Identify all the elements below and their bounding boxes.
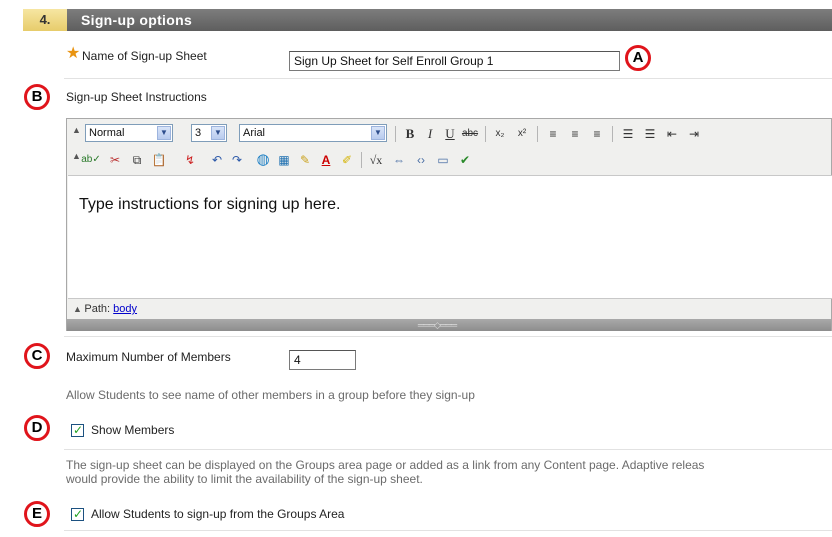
callout-e: E <box>24 501 50 527</box>
allow-signup-help-line-1: The sign-up sheet can be displayed on th… <box>66 458 705 472</box>
section-title: Sign-up options <box>81 12 193 28</box>
spellcheck-icon[interactable]: ab✓ <box>81 150 101 170</box>
row-divider <box>64 78 832 79</box>
instructions-label: Sign-up Sheet Instructions <box>66 90 207 104</box>
highlight-icon[interactable]: ✐ <box>337 150 357 170</box>
indent-icon[interactable]: ⇥ <box>684 124 704 144</box>
font-select-value: Arial <box>243 127 266 139</box>
format-select[interactable]: Normal ▼ <box>85 124 173 142</box>
editor-resize-handle[interactable]: ═══◇═══ <box>67 319 831 331</box>
required-star-icon: ★ <box>66 45 81 62</box>
path-label: Path: <box>84 303 111 315</box>
underline-button[interactable]: U <box>440 124 460 144</box>
cut-icon[interactable]: ✂ <box>105 150 125 170</box>
toolbar-divider <box>361 152 362 168</box>
embed-icon[interactable]: ⇔ <box>389 150 409 170</box>
size-select[interactable]: 3 ▼ <box>191 124 227 142</box>
checkmark-icon: ✓ <box>73 507 84 521</box>
text-color-icon[interactable]: A <box>316 150 336 170</box>
section-number: 4. <box>23 9 67 31</box>
callout-b: B <box>24 84 50 110</box>
row-divider <box>64 449 832 450</box>
remove-format-icon[interactable]: ↯ <box>180 150 200 170</box>
chevron-down-icon: ▼ <box>371 126 385 140</box>
callout-a: A <box>625 45 651 71</box>
ordered-list-icon[interactable]: ☰ <box>618 124 638 144</box>
align-left-icon[interactable]: ≡ <box>543 124 563 144</box>
italic-button[interactable]: I <box>420 124 440 144</box>
toolbar-divider <box>537 126 538 142</box>
path-body-link[interactable]: body <box>113 303 137 315</box>
toolbar-divider <box>485 126 486 142</box>
show-members-help: Allow Students to see name of other memb… <box>66 388 475 402</box>
callout-d: D <box>24 415 50 441</box>
preview-check-icon[interactable]: ✔ <box>455 150 475 170</box>
copy-icon[interactable]: ⧉ <box>127 150 147 170</box>
max-members-label: Maximum Number of Members <box>66 350 231 364</box>
font-select[interactable]: Arial ▼ <box>239 124 387 142</box>
chevron-down-icon: ▼ <box>157 126 171 140</box>
section-header: 4. Sign-up options <box>23 9 832 31</box>
toolbar-collapse-icon[interactable]: ▲ <box>73 304 84 314</box>
editor-toolbar-row-2: ▲ ab✓ ✂ ⧉ 📋 ↯ ↶ ↷ ◍ ▦ ✎ A ✐ √x ⇔ ‹› ▭ ✔ <box>67 147 832 173</box>
show-members-checkbox[interactable]: ✓ <box>71 423 84 437</box>
toolbar-divider <box>612 126 613 142</box>
size-select-value: 3 <box>195 127 202 139</box>
strikethrough-button[interactable]: abc <box>460 124 480 144</box>
max-members-input[interactable] <box>289 350 356 370</box>
align-right-icon[interactable]: ≡ <box>587 124 607 144</box>
chevron-down-icon: ▼ <box>211 126 225 140</box>
allow-signup-help-line-2: would provide the ability to limit the a… <box>66 472 423 486</box>
show-members-label: Show Members <box>91 423 175 437</box>
paste-icon[interactable]: 📋 <box>149 150 169 170</box>
rich-text-editor: ▲ Normal ▼ 3 ▼ Arial ▼ B I U abc x₂ x² ≡ <box>66 118 832 331</box>
math-equation-icon[interactable]: √x <box>366 150 386 170</box>
resize-grip-icon: ═══◇═══ <box>417 320 457 330</box>
toolbar-collapse-icon[interactable]: ▲ <box>72 151 81 161</box>
editor-content-area[interactable]: Type instructions for signing up here. <box>68 175 832 299</box>
fullscreen-icon[interactable]: ▭ <box>433 150 453 170</box>
bold-button[interactable]: B <box>400 124 420 144</box>
callout-c: C <box>24 343 50 369</box>
superscript-icon[interactable]: x² <box>512 124 532 144</box>
pencil-icon[interactable]: ✎ <box>295 150 315 170</box>
row-divider <box>64 530 832 531</box>
editor-path-bar: ▲ Path: body <box>67 299 831 319</box>
toolbar-divider <box>395 126 396 142</box>
table-icon[interactable]: ▦ <box>274 150 294 170</box>
align-center-icon[interactable]: ≡ <box>565 124 585 144</box>
undo-icon[interactable]: ↶ <box>207 150 227 170</box>
row-divider <box>64 336 832 337</box>
html-source-icon[interactable]: ‹› <box>411 150 431 170</box>
redo-icon[interactable]: ↷ <box>227 150 247 170</box>
outdent-icon[interactable]: ⇤ <box>662 124 682 144</box>
editor-toolbar-row-1: ▲ Normal ▼ 3 ▼ Arial ▼ B I U abc x₂ x² ≡ <box>67 121 832 147</box>
sheet-name-input[interactable] <box>289 51 620 71</box>
allow-signup-label: Allow Students to sign-up from the Group… <box>91 507 345 521</box>
toolbar-collapse-icon[interactable]: ▲ <box>72 125 81 135</box>
editor-text: Type instructions for signing up here. <box>79 196 341 213</box>
link-globe-icon[interactable]: ◍ <box>253 150 273 170</box>
checkmark-icon: ✓ <box>73 423 84 437</box>
unordered-list-icon[interactable]: ☰ <box>640 124 660 144</box>
subscript-icon[interactable]: x₂ <box>490 124 510 144</box>
format-select-value: Normal <box>89 127 125 139</box>
name-field-label: Name of Sign-up Sheet <box>82 49 207 63</box>
allow-signup-checkbox[interactable]: ✓ <box>71 507 84 521</box>
signup-options-page: 4. Sign-up options ★ Name of Sign-up She… <box>0 0 832 537</box>
